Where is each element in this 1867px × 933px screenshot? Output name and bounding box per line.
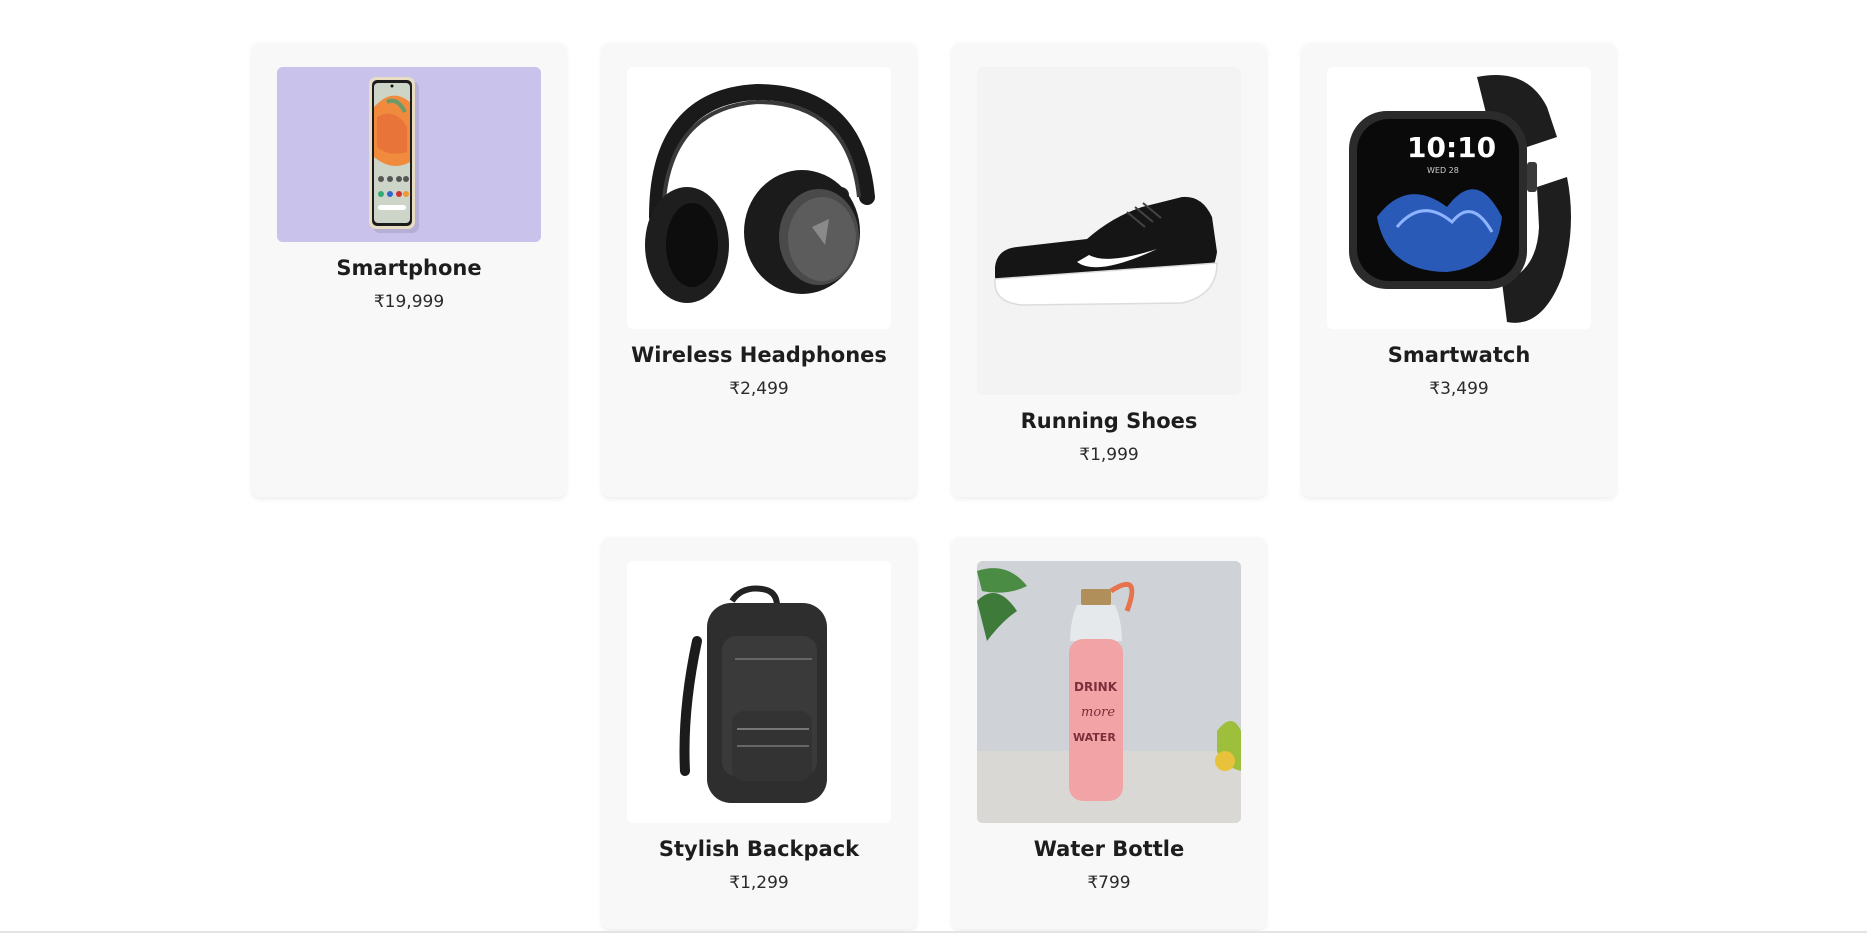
svg-text:WATER: WATER — [1073, 731, 1116, 744]
smartwatch-icon: 10:10 WED 28 — [1327, 67, 1591, 329]
water-bottle-icon: DRINK more WATER — [977, 561, 1241, 823]
svg-text:DRINK: DRINK — [1074, 680, 1118, 694]
product-price: ₹3,499 — [1429, 379, 1489, 399]
backpack-icon — [627, 561, 891, 823]
product-card-smartwatch[interactable]: 10:10 WED 28 Smartwatch ₹3,499 — [1302, 43, 1616, 497]
product-card-wireless-headphones[interactable]: Wireless Headphones ₹2,499 — [602, 43, 916, 497]
product-name[interactable]: Running Shoes — [952, 409, 1266, 433]
product-name[interactable]: Stylish Backpack — [602, 837, 916, 861]
product-card-stylish-backpack[interactable]: Stylish Backpack ₹1,299 — [602, 537, 916, 929]
water-bottle-image[interactable]: DRINK more WATER — [977, 561, 1241, 823]
product-name[interactable]: Wireless Headphones — [602, 343, 916, 367]
svg-text:10:10: 10:10 — [1407, 131, 1496, 164]
smartwatch-image[interactable]: 10:10 WED 28 — [1327, 67, 1591, 329]
product-name[interactable]: Smartwatch — [1302, 343, 1616, 367]
headphones-icon — [627, 67, 891, 329]
product-card-running-shoes[interactable]: Running Shoes ₹1,999 — [952, 43, 1266, 497]
headphones-image[interactable] — [627, 67, 891, 329]
shoe-icon — [977, 67, 1241, 395]
svg-text:more: more — [1081, 705, 1115, 720]
smartphone-icon — [277, 67, 541, 242]
product-name[interactable]: Water Bottle — [952, 837, 1266, 861]
product-price: ₹1,999 — [1079, 445, 1139, 465]
product-price: ₹799 — [1087, 873, 1131, 893]
svg-text:WED 28: WED 28 — [1427, 166, 1459, 175]
product-price: ₹19,999 — [373, 292, 445, 312]
backpack-image[interactable] — [627, 561, 891, 823]
smartphone-image[interactable] — [277, 67, 541, 242]
product-price: ₹1,299 — [729, 873, 789, 893]
product-name[interactable]: Smartphone — [252, 256, 566, 280]
shoe-image[interactable] — [977, 67, 1241, 395]
product-grid: Smartphone ₹19,999 Wireless Headphones ₹… — [0, 0, 1867, 933]
product-price: ₹2,499 — [729, 379, 789, 399]
product-card-smartphone[interactable]: Smartphone ₹19,999 — [252, 43, 566, 497]
product-card-water-bottle[interactable]: DRINK more WATER Water Bottle ₹799 — [952, 537, 1266, 929]
